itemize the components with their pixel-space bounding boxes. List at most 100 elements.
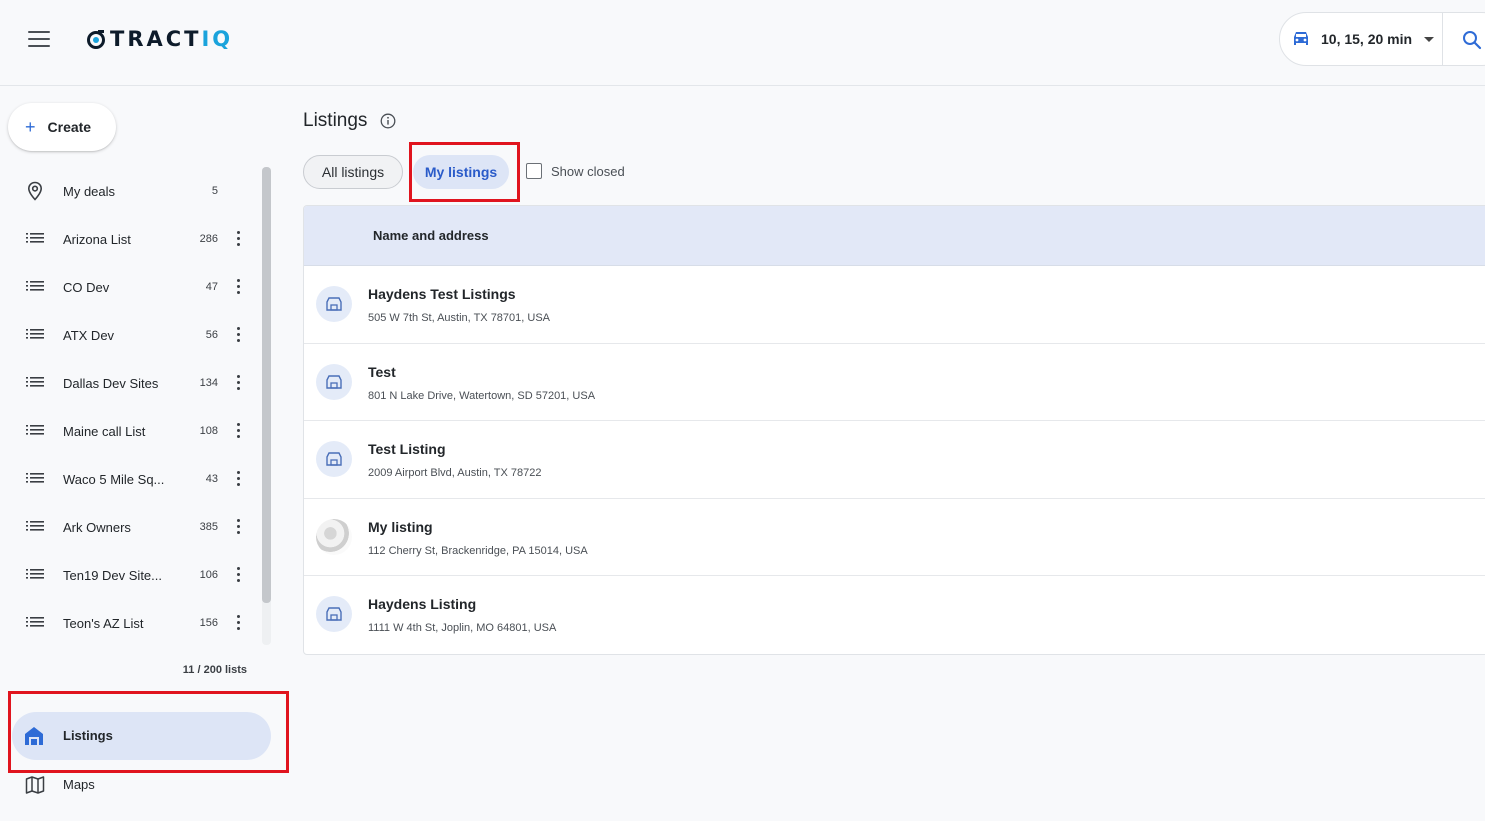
show-closed-label: Show closed: [551, 163, 625, 179]
more-vert-icon[interactable]: [234, 327, 242, 343]
listing-address: 505 W 7th St, Austin, TX 78701, USA: [368, 312, 551, 324]
menu-icon[interactable]: [28, 31, 50, 47]
more-vert-icon[interactable]: [234, 567, 242, 583]
sidebar-item-label: Waco 5 Mile Sq...: [63, 471, 165, 487]
logo-mark-icon: [87, 30, 105, 49]
nav-item-label: Maps: [63, 777, 95, 792]
sidebar-item-list[interactable]: Ten19 Dev Site... 106: [8, 551, 258, 599]
sidebar-item-count: 156: [199, 617, 218, 629]
tab-all-listings[interactable]: All listings: [303, 155, 403, 189]
sidebar-item-count: 134: [199, 377, 218, 389]
sidebar-item-count: 56: [205, 329, 218, 341]
sidebar-item-count: 385: [199, 521, 218, 533]
create-button[interactable]: + Create: [8, 103, 116, 151]
list-icon: [26, 233, 44, 243]
list-icon: [26, 569, 44, 579]
listing-photo: [316, 518, 352, 555]
sidebar-item-count: 286: [199, 233, 218, 245]
list-icon: [26, 329, 44, 339]
tab-my-listings[interactable]: My listings: [413, 155, 509, 189]
listing-name: Haydens Test Listings: [368, 286, 516, 302]
more-vert-icon[interactable]: [234, 279, 242, 295]
storefront-icon: [316, 286, 352, 322]
more-vert-icon[interactable]: [234, 423, 242, 439]
listing-name: Haydens Listing: [368, 596, 477, 613]
sidebar-item-my-deals[interactable]: My deals 5: [8, 167, 258, 215]
listing-name: Test Listing: [368, 441, 446, 458]
app-logo[interactable]: TRACTIQ: [86, 26, 233, 52]
more-vert-icon[interactable]: [234, 471, 242, 487]
listing-address: 1111 W 4th St, Joplin, MO 64801, USA: [368, 622, 557, 635]
table-row[interactable]: Test 801 N Lake Drive, Watertown, SD 572…: [304, 344, 1485, 422]
drive-time-dropdown[interactable]: 10, 15, 20 min: [1280, 13, 1443, 65]
sidebar-item-label: ATX Dev: [63, 327, 115, 343]
sidebar-item-count: 106: [199, 569, 218, 581]
storefront-icon: [316, 363, 352, 400]
sidebar-item-list[interactable]: Arizona List 286: [8, 215, 258, 263]
column-name-and-address[interactable]: Name and address: [373, 228, 489, 243]
table-row[interactable]: My listing 112 Cherry St, Brackenridge, …: [304, 499, 1485, 577]
create-label: Create: [47, 119, 92, 135]
checkbox-icon[interactable]: [526, 163, 542, 179]
list-icon: [26, 377, 44, 387]
search-icon[interactable]: [1462, 30, 1482, 50]
sidebar-item-count: 5: [211, 185, 218, 197]
location-pin-icon: [27, 181, 43, 201]
list-icon: [26, 473, 44, 483]
sidebar-item-label: Maine call List: [63, 423, 146, 439]
sidebar-item-list[interactable]: ATX Dev 56: [8, 311, 258, 359]
sidebar-item-label: Ten19 Dev Site...: [63, 567, 162, 583]
more-vert-icon[interactable]: [234, 519, 242, 535]
sidebar-item-label: Teon's AZ List: [63, 615, 144, 631]
more-vert-icon[interactable]: [234, 615, 242, 631]
sidebar-scrollbar[interactable]: [262, 167, 271, 603]
info-icon[interactable]: [380, 113, 396, 129]
list-icon: [26, 281, 44, 291]
top-bar: TRACTIQ 10, 15, 20 min: [0, 0, 1485, 86]
plus-icon: +: [25, 117, 36, 137]
sidebar-item-label: Ark Owners: [63, 519, 131, 535]
list-icon: [26, 617, 44, 627]
listings-store-icon: [25, 727, 43, 745]
table-row[interactable]: Test Listing 2009 Airport Blvd, Austin, …: [304, 421, 1485, 499]
listing-name: Test: [368, 363, 396, 380]
storefront-icon: [316, 441, 352, 478]
more-vert-icon[interactable]: [234, 231, 242, 247]
nav-item-listings[interactable]: Listings: [12, 712, 271, 760]
sidebar-item-list[interactable]: Maine call List 108: [8, 407, 258, 455]
sidebar-item-label: CO Dev: [63, 279, 110, 295]
list-counter: 11 / 200 lists: [182, 664, 247, 676]
sidebar-item-count: 108: [199, 425, 218, 437]
sidebar-item-label: My deals: [63, 183, 116, 199]
nav-item-label: Listings: [63, 728, 113, 743]
sidebar-item-count: 43: [205, 473, 218, 485]
listing-name: My listing: [368, 518, 433, 535]
drive-time-label: 10, 15, 20 min: [1321, 31, 1413, 47]
list-icon: [26, 425, 44, 435]
sidebar-item-list[interactable]: Waco 5 Mile Sq... 43: [8, 455, 258, 503]
sidebar-item-list[interactable]: Ark Owners 385: [8, 503, 258, 551]
drive-time-control: 10, 15, 20 min: [1279, 12, 1485, 66]
show-closed-checkbox[interactable]: Show closed: [526, 163, 625, 179]
listings-table: Name and address Haydens Test Listings 5…: [303, 205, 1485, 655]
car-icon: [1294, 32, 1308, 45]
table-row[interactable]: Haydens Listing 1111 W 4th St, Joplin, M…: [304, 576, 1485, 654]
sidebar-item-list[interactable]: Teon's AZ List 156: [8, 599, 258, 647]
more-vert-icon[interactable]: [234, 375, 242, 391]
chevron-down-icon: [1424, 36, 1435, 42]
listing-address: 2009 Airport Blvd, Austin, TX 78722: [368, 467, 542, 480]
storefront-icon: [316, 596, 352, 633]
listing-address: 112 Cherry St, Brackenridge, PA 15014, U…: [368, 544, 588, 557]
map-icon: [25, 776, 45, 794]
table-row[interactable]: Haydens Test Listings 505 W 7th St, Aust…: [304, 266, 1485, 344]
logo-text: TRACTIQ: [110, 27, 234, 51]
listing-address: 801 N Lake Drive, Watertown, SD 57201, U…: [368, 389, 596, 402]
list-icon: [26, 521, 44, 531]
saved-lists: My deals 5 Arizona List 286 CO Dev 47 AT…: [8, 167, 258, 647]
table-header: Name and address: [304, 206, 1485, 266]
sidebar-item-count: 47: [205, 281, 218, 293]
sidebar-item-list[interactable]: CO Dev 47: [8, 263, 258, 311]
nav-item-maps[interactable]: Maps: [12, 772, 271, 800]
sidebar-item-list[interactable]: Dallas Dev Sites 134: [8, 359, 258, 407]
page-title: Listings: [303, 110, 368, 131]
